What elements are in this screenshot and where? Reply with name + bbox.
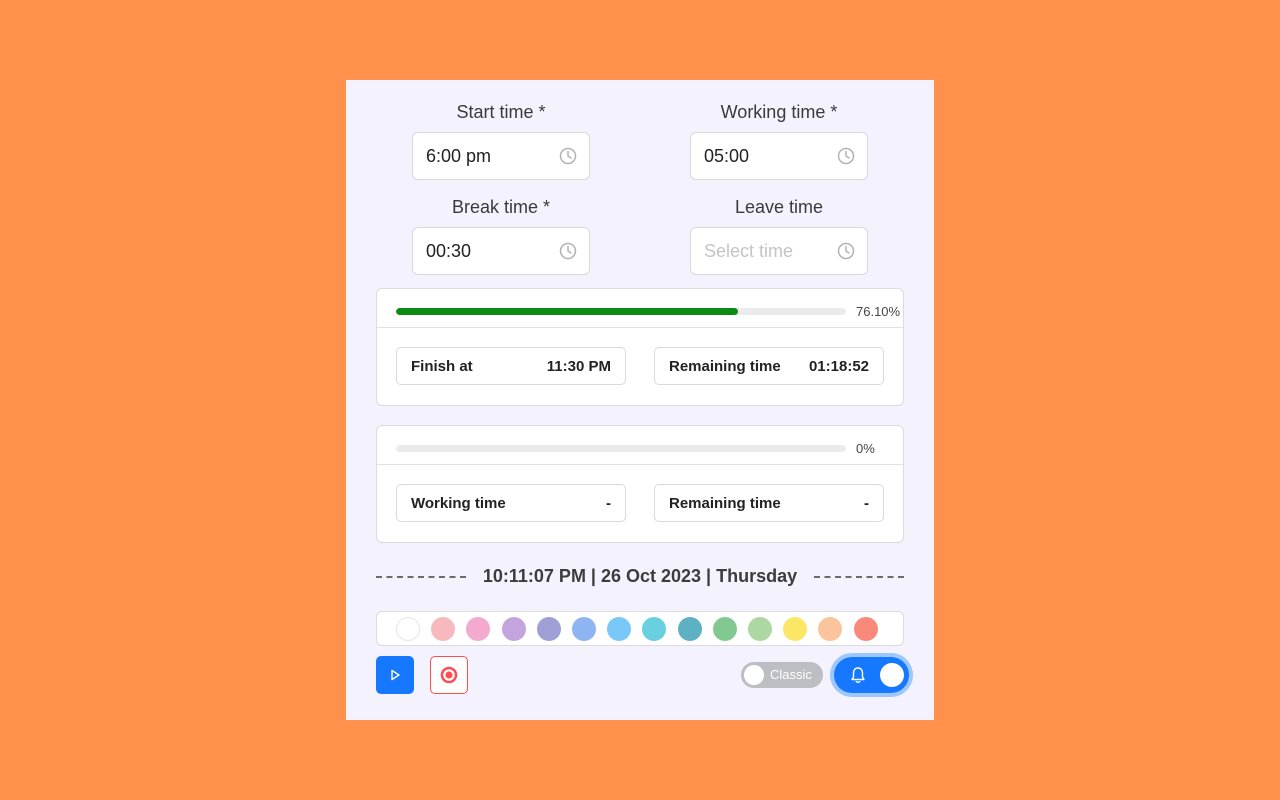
work-progress-card: 76.10% Finish at 11:30 PM Remaining time…: [376, 288, 904, 406]
play-button[interactable]: [376, 656, 414, 694]
color-swatch[interactable]: [783, 617, 808, 641]
break-time-label: Break time *: [451, 197, 551, 217]
work-progress-fill: [396, 308, 739, 315]
working-time-value: 05:00: [704, 146, 750, 166]
classic-toggle-label: Classic: [770, 667, 812, 682]
leave-remaining-time-label: Remaining time: [669, 494, 781, 512]
start-time-value: 6:00 pm: [426, 146, 492, 166]
leave-progress-card: 0% Working time - Remaining time -: [376, 425, 904, 543]
theme-color-picker: [376, 611, 904, 646]
start-time-label: Start time *: [456, 102, 546, 122]
classic-toggle-knob: [744, 665, 764, 685]
break-time-value: 00:30: [426, 241, 472, 261]
color-swatch[interactable]: [501, 617, 526, 641]
color-swatch[interactable]: [572, 617, 596, 641]
leave-working-time-box: Working time -: [396, 484, 626, 522]
remaining-time-value: 01:18:52: [808, 357, 869, 375]
color-swatch[interactable]: [853, 617, 878, 641]
work-progress-header: 76.10%: [377, 289, 903, 328]
color-swatch[interactable]: [607, 617, 632, 641]
finish-at-label: Finish at: [411, 357, 473, 375]
remaining-time-label: Remaining time: [669, 357, 781, 375]
remaining-time-box: Remaining time 01:18:52: [654, 347, 884, 385]
color-swatch[interactable]: [466, 617, 491, 641]
current-datetime-row: 10:11:07 PM | 26 Oct 2023 | Thursday: [376, 564, 904, 590]
color-swatch[interactable]: [536, 617, 561, 641]
color-swatch[interactable]: [818, 617, 843, 641]
bell-icon: [851, 667, 865, 684]
clock-icon: [837, 147, 855, 165]
divider-right: [814, 576, 904, 578]
leave-progress-header: 0%: [377, 426, 903, 465]
color-swatch[interactable]: [396, 617, 420, 641]
start-time-input[interactable]: 6:00 pm: [412, 132, 590, 180]
stop-button[interactable]: [430, 656, 468, 694]
work-progress-text: 76.10%: [856, 304, 901, 319]
clock-icon: [559, 242, 577, 260]
clock-icon: [837, 242, 855, 260]
working-time-label: Working time *: [720, 102, 838, 122]
leave-time-input[interactable]: Select time: [690, 227, 868, 275]
clock-icon: [559, 147, 577, 165]
leave-working-time-value: -: [606, 494, 611, 512]
color-swatch[interactable]: [677, 617, 702, 641]
leave-time-placeholder: Select time: [704, 241, 794, 261]
working-time-group: Working time * 05:00: [690, 100, 868, 180]
finish-at-box: Finish at 11:30 PM: [396, 347, 626, 385]
notification-toggle-knob: [880, 663, 904, 687]
play-icon: [391, 669, 400, 681]
leave-remaining-time-value: -: [864, 494, 869, 512]
color-swatch[interactable]: [642, 617, 667, 641]
color-swatch[interactable]: [748, 617, 772, 641]
finish-at-value: 11:30 PM: [546, 357, 611, 375]
leave-time-group: Leave time Select time: [690, 195, 868, 275]
start-time-group: Start time * 6:00 pm: [412, 100, 590, 180]
notification-toggle[interactable]: [834, 657, 909, 693]
work-timer-panel: Start time * 6:00 pm Working time * 05:0…: [346, 80, 934, 720]
leave-working-time-label: Working time: [411, 494, 506, 512]
leave-time-label: Leave time: [734, 197, 824, 217]
break-time-group: Break time * 00:30: [412, 195, 590, 275]
color-swatch[interactable]: [712, 617, 737, 641]
work-progress-bar: [396, 308, 846, 315]
record-stop-icon: [440, 666, 458, 684]
color-swatch[interactable]: [431, 617, 456, 641]
working-time-input[interactable]: 05:00: [690, 132, 868, 180]
leave-remaining-time-box: Remaining time -: [654, 484, 884, 522]
classic-mode-toggle[interactable]: Classic: [741, 662, 823, 688]
break-time-input[interactable]: 00:30: [412, 227, 590, 275]
leave-progress-bar: [396, 445, 846, 452]
leave-progress-text: 0%: [856, 441, 875, 456]
